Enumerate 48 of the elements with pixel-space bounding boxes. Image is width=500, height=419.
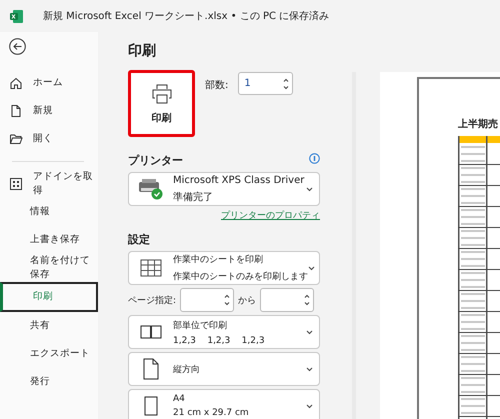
settings-dropdown[interactable]: 部単位で印刷 1,2,3 1,2,3 1,2,3	[128, 315, 320, 349]
paper-icon	[144, 396, 158, 416]
sidebar-item[interactable]: 共有	[0, 312, 98, 340]
sidebar-item[interactable]: 上書き保存	[0, 226, 98, 254]
section-heading: プリンター	[128, 153, 183, 168]
page-to-field[interactable]	[260, 288, 314, 312]
spin-arrows-icon[interactable]	[304, 293, 310, 307]
page-from-field[interactable]	[180, 288, 234, 312]
printer-icon	[150, 82, 172, 104]
sidebar-item[interactable]: 新規	[0, 97, 98, 125]
section-heading: 設定	[128, 232, 150, 247]
print-button[interactable]: 印刷	[128, 70, 195, 137]
spin-arrows-icon[interactable]	[283, 76, 290, 90]
page-range-label: ページ指定:	[128, 294, 176, 306]
window-title: 新規 Microsoft Excel ワークシート.xlsx • この PC に保存済み	[43, 10, 330, 23]
settings-dropdown[interactable]: 縦方向	[128, 352, 320, 386]
copies-label: 部数:	[205, 78, 228, 92]
chevron-down-icon	[306, 366, 313, 372]
section-heading: 印刷	[128, 42, 157, 60]
document-icon	[9, 104, 23, 118]
printer-properties-link[interactable]: プリンターのプロパティ	[128, 209, 320, 222]
page-to-label: から	[238, 294, 256, 306]
settings-dropdown[interactable]: 作業中のシートを印刷 作業中のシートのみを印刷します	[128, 251, 320, 285]
chevron-down-icon	[306, 330, 313, 334]
sidebar-item[interactable]: 情報	[0, 198, 98, 226]
sidebar-item[interactable]: アドインを取得	[0, 170, 98, 198]
chevron-down-icon	[308, 266, 315, 270]
sidebar-item[interactable]: 名前を付けて保存	[0, 254, 98, 282]
sheet-grid-icon	[140, 259, 162, 277]
settings-dropdown[interactable]: A4 21 cm x 29.7 cm	[128, 389, 320, 419]
sidebar-item[interactable]: ホーム	[0, 69, 98, 97]
printer-dropdown[interactable]: Microsoft XPS Class Driver 準備完了	[128, 172, 320, 206]
sheet-title: 上半期売	[458, 118, 499, 131]
spin-arrows-icon[interactable]	[224, 293, 230, 307]
chevron-down-icon	[306, 186, 313, 192]
folder-icon	[9, 132, 23, 146]
excel-logo-icon	[10, 10, 23, 22]
page-icon	[143, 358, 159, 380]
sidebar-item[interactable]: 開く	[0, 125, 98, 153]
home-icon	[9, 76, 23, 90]
back-icon[interactable]	[9, 38, 26, 55]
info-icon[interactable]	[309, 153, 320, 164]
sidebar-item[interactable]: 発行	[0, 368, 98, 396]
chevron-down-icon	[306, 404, 313, 408]
copies-field[interactable]: 1	[238, 72, 294, 95]
two-pages-icon	[140, 325, 162, 339]
sidebar-item[interactable]: エクスポート	[0, 340, 98, 368]
grid-icon	[9, 177, 23, 191]
